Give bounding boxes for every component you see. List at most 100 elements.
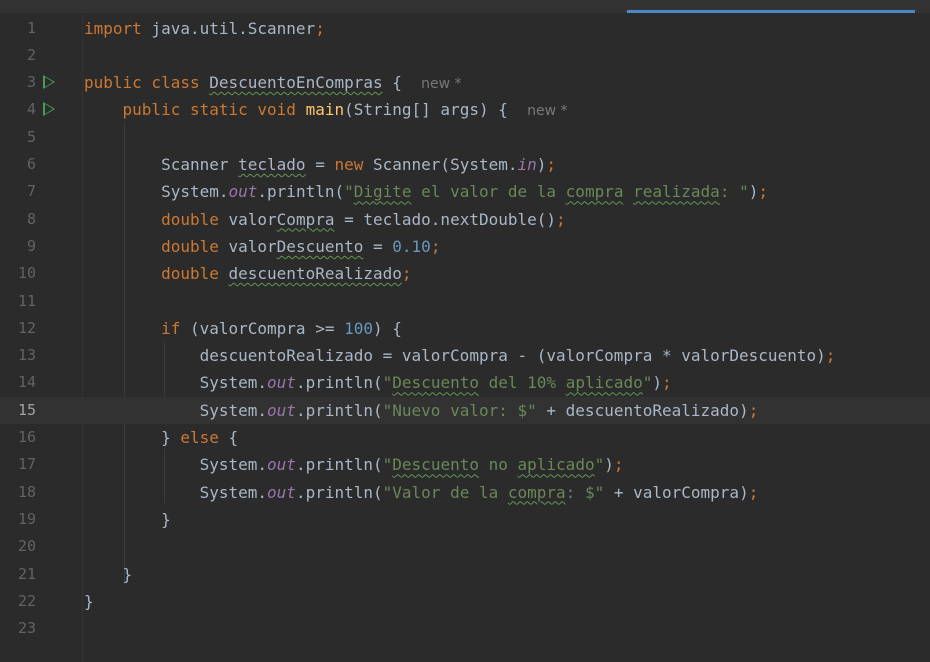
code-token: main bbox=[305, 100, 345, 120]
code-token: del 10% bbox=[478, 373, 566, 393]
code-token: out bbox=[267, 482, 296, 502]
code-token: public static void bbox=[122, 100, 306, 120]
code-text: public class DescuentoEnCompras { new * bbox=[84, 69, 462, 98]
code-text: System.out.println("Digite el valor de l… bbox=[84, 178, 768, 205]
code-token: out bbox=[267, 455, 296, 475]
code-line[interactable]: 23 bbox=[0, 615, 930, 642]
code-line[interactable]: 14 System.out.println("Descuento del 10%… bbox=[0, 369, 930, 396]
code-text: descuentoRealizado = valorCompra - (valo… bbox=[84, 342, 836, 369]
code-token: { bbox=[382, 73, 422, 93]
code-line[interactable]: 13 descuentoRealizado = valorCompra - (v… bbox=[0, 342, 930, 369]
code-token: ) bbox=[536, 155, 547, 174]
code-token: Scanner(System. bbox=[373, 155, 518, 174]
line-number: 20 bbox=[17, 537, 36, 556]
code-token: out bbox=[267, 400, 296, 420]
code-line[interactable]: 15 System.out.println("Nuevo valor: $" +… bbox=[0, 396, 930, 424]
code-line[interactable]: 20 bbox=[0, 533, 930, 560]
code-token: " bbox=[344, 182, 354, 202]
code-token: = bbox=[363, 236, 393, 256]
code-token: .println( bbox=[295, 482, 383, 502]
code-token: " bbox=[382, 373, 393, 393]
code-line[interactable]: 18 System.out.println("Valor de la compr… bbox=[0, 479, 930, 506]
line-number: 8 bbox=[26, 209, 36, 228]
line-number: 7 bbox=[26, 182, 36, 201]
code-token: (valorCompra >= bbox=[189, 318, 345, 338]
code-text: public static void main(String[] args) {… bbox=[84, 96, 568, 125]
code-token: DescuentoEnCompras bbox=[209, 73, 383, 93]
code-text: } else { bbox=[84, 424, 238, 451]
code-line[interactable]: 1 import java.util.Scanner; bbox=[0, 15, 930, 42]
code-line[interactable]: 6 Scanner teclado = new Scanner(System.i… bbox=[0, 151, 930, 178]
line-number: 19 bbox=[17, 509, 36, 528]
code-line[interactable]: 10 double descuentoRealizado; bbox=[0, 260, 930, 287]
code-token: 100 bbox=[344, 318, 373, 338]
line-number: 2 bbox=[26, 45, 36, 64]
code-line[interactable]: 7 System.out.println("Digite el valor de… bbox=[0, 178, 930, 205]
code-token: { bbox=[228, 428, 239, 447]
code-token: System. bbox=[84, 455, 268, 475]
code-line[interactable]: 16 } else { bbox=[0, 424, 930, 451]
code-token: System. bbox=[84, 400, 268, 420]
code-token: Descuento bbox=[392, 455, 479, 475]
code-text: double descuentoRealizado; bbox=[84, 260, 411, 287]
code-token: Descuento bbox=[392, 373, 479, 393]
code-line[interactable]: 12 if (valorCompra >= 100) { bbox=[0, 315, 930, 342]
code-token: realizada bbox=[633, 182, 720, 202]
code-token: out bbox=[228, 182, 258, 202]
line-number: 17 bbox=[17, 455, 36, 474]
code-token: } bbox=[84, 509, 171, 529]
code-token: ; bbox=[546, 155, 557, 174]
code-text: } bbox=[84, 588, 94, 615]
code-line[interactable]: 5 bbox=[0, 124, 930, 151]
line-number: 6 bbox=[26, 155, 36, 173]
code-line[interactable]: 22} bbox=[0, 588, 930, 615]
code-token: compra bbox=[507, 482, 566, 502]
line-number: 11 bbox=[17, 291, 36, 310]
code-line[interactable]: 11 bbox=[0, 288, 930, 315]
line-number: 16 bbox=[17, 428, 36, 446]
code-line[interactable]: 8 double valorCompra = teclado.nextDoubl… bbox=[0, 206, 930, 233]
line-number: 21 bbox=[17, 564, 36, 583]
code-token: Digite bbox=[353, 182, 412, 202]
code-token: : $" bbox=[565, 482, 605, 502]
code-line[interactable]: 9 double valorDescuento = 0.10; bbox=[0, 233, 930, 260]
code-token: : " bbox=[719, 182, 749, 202]
code-token: "Nuevo valor: $" bbox=[382, 400, 537, 420]
line-number: 9 bbox=[26, 236, 36, 255]
code-editor[interactable]: 1 import java.util.Scanner; 2 3 public class… bbox=[0, 13, 930, 662]
code-line[interactable]: 17 System.out.println("Descuento no apli… bbox=[0, 451, 930, 478]
code-line[interactable]: 4 public static void main(String[] args)… bbox=[0, 96, 930, 123]
code-token: .println( bbox=[295, 373, 383, 393]
code-token: aplicado bbox=[517, 455, 595, 475]
code-text: System.out.println("Valor de la compra: … bbox=[84, 479, 759, 506]
code-text: System.out.println("Descuento no aplicad… bbox=[84, 451, 624, 478]
run-gutter-icon[interactable] bbox=[43, 75, 55, 90]
line-number: 3 bbox=[26, 73, 36, 92]
code-token: ) bbox=[652, 373, 663, 393]
code-line[interactable]: 19 } bbox=[0, 506, 930, 533]
code-line[interactable]: 3 public class DescuentoEnCompras { new * bbox=[0, 69, 930, 96]
code-token: valor bbox=[228, 209, 277, 229]
code-line[interactable]: 21 } bbox=[0, 561, 930, 588]
code-text: import java.util.Scanner; bbox=[84, 15, 325, 42]
line-number: 18 bbox=[17, 482, 36, 501]
code-token: double bbox=[161, 264, 229, 284]
code-token: ; bbox=[662, 373, 672, 393]
code-token: ; bbox=[556, 209, 566, 229]
code-token: + valorCompra) bbox=[604, 482, 749, 502]
code-token: = bbox=[305, 155, 335, 174]
code-token: = teclado.nextDouble() bbox=[334, 209, 557, 229]
code-token: System. bbox=[84, 482, 268, 502]
code-text: System.out.println("Descuento del 10% ap… bbox=[84, 369, 672, 396]
code-line[interactable]: 2 bbox=[0, 42, 930, 69]
run-gutter-icon[interactable] bbox=[43, 102, 55, 117]
code-token: else bbox=[180, 428, 229, 447]
code-text: Scanner teclado = new Scanner(System.in)… bbox=[84, 151, 556, 178]
code-token: 0.10 bbox=[392, 236, 431, 256]
code-text: double valorDescuento = 0.10; bbox=[84, 233, 440, 260]
line-number: 1 bbox=[26, 18, 36, 37]
code-token: ; bbox=[430, 236, 441, 256]
